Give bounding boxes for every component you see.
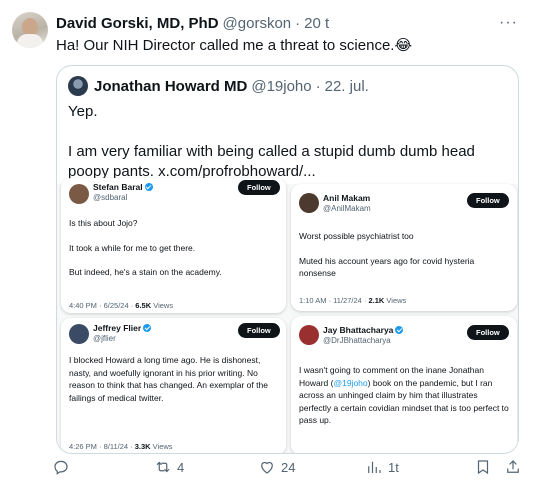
more-horizontal-icon[interactable]: ··· [499, 14, 518, 32]
views-button[interactable]: 1t [365, 458, 399, 476]
views-icon [368, 461, 381, 473]
card-meta-suffix: Views [150, 442, 173, 451]
card-body-line: But indeed, he's a stain on the academy. [69, 267, 222, 277]
quote-header: Jonathan Howard MD @19joho · 22. jul. [68, 76, 369, 96]
card-body-line: Is this about Jojo? [69, 218, 138, 228]
card-follow-button: Follow [467, 193, 509, 208]
card-body: I blocked Howard a long time ago. He is … [69, 354, 279, 416]
quote-media-image[interactable]: Stefan Baral @sdbaral Follow Is this abo… [57, 178, 518, 453]
card-avatar [69, 184, 89, 204]
card-name: Stefan Baral [93, 182, 153, 192]
card-meta: 4:40 PM · 6/25/24 · 6.5K Views [69, 301, 173, 310]
quoted-tweet[interactable]: Jonathan Howard MD @19joho · 22. jul. Ye… [56, 65, 519, 454]
card-meta-time: 4:40 PM · 6/25/24 · [69, 301, 136, 310]
card-body-line: It took a while for me to get there. [69, 242, 196, 253]
like-button[interactable]: 24 [258, 458, 295, 476]
reply-icon [54, 460, 68, 475]
quote-line-1: Yep. [68, 103, 98, 120]
author-avatar[interactable] [12, 12, 48, 48]
card-mention: @19joho [333, 377, 368, 388]
card-handle: @AnilMakam [323, 204, 371, 213]
card-body: I wasn't going to comment on the inane J… [299, 364, 511, 439]
quote-author-name[interactable]: Jonathan Howard MD [94, 78, 247, 95]
tweet-text: Ha! Our NIH Director called me a threat … [56, 36, 412, 56]
bookmark-icon [477, 460, 489, 475]
separator: · [315, 77, 321, 95]
card-follow-button: Follow [238, 180, 280, 195]
quote-text: Yep. I am very familiar with being calle… [68, 102, 508, 182]
repost-count: 4 [177, 459, 185, 475]
repost-icon [156, 461, 170, 473]
card-name-text: Stefan Baral [93, 182, 143, 192]
card-meta-views: 2.1K [368, 296, 385, 305]
avatar-shirt [17, 34, 43, 48]
card-body: Is this about Jojo? It took a while for … [69, 217, 279, 291]
tweet-text-body: Ha! Our NIH Director called me a threat … [56, 37, 395, 54]
card-body-line: I blocked Howard a long time ago. He is … [69, 355, 268, 403]
bookmark-button[interactable] [474, 458, 492, 476]
quote-time[interactable]: 22. jul. [325, 78, 369, 95]
verified-badge-icon [144, 183, 153, 191]
screenshot-card-bhattacharya: Jay Bhattacharya @DrJBhattacharya Follow… [291, 316, 517, 453]
verified-badge-icon [395, 326, 404, 334]
card-handle: @sdbaral [93, 193, 128, 202]
reply-button[interactable] [52, 458, 70, 476]
card-body-line: I wasn't going to comment on the inane J… [299, 364, 511, 427]
tweet[interactable]: David Gorski, MD, PhD @gorskon · 20 t ··… [0, 0, 538, 489]
heart-icon [261, 461, 273, 474]
screenshot-card-baral: Stefan Baral @sdbaral Follow Is this abo… [61, 178, 286, 313]
repost-button[interactable]: 4 [154, 458, 184, 476]
quote-author-avatar[interactable] [68, 76, 88, 96]
verified-badge-icon [143, 324, 152, 332]
card-meta-suffix: Views [384, 296, 407, 305]
laughing-emoji: 😂 [394, 37, 412, 54]
card-avatar [299, 325, 319, 345]
author-name[interactable]: David Gorski, MD, PhD [56, 15, 219, 32]
screenshot-card-flier: Jeffrey Flier @jflier Follow I blocked H… [61, 318, 286, 453]
card-follow-button: Follow [238, 323, 280, 338]
screenshot-card-makam: Anil Makam @AnilMakam Follow Worst possi… [291, 184, 517, 311]
card-name: Jeffrey Flier [93, 323, 152, 333]
card-body-line: Muted his account years ago for covid hy… [299, 255, 475, 279]
tweet-actions: 4 24 1t [54, 458, 526, 482]
author-handle[interactable]: @gorskon [223, 15, 292, 32]
card-avatar [69, 324, 89, 344]
card-name: Anil Makam [323, 193, 370, 203]
card-meta: 4:26 PM · 8/11/24 · 3.3K Views [69, 442, 173, 451]
views-count: 1t [388, 459, 399, 475]
card-meta-suffix: Views [151, 301, 174, 310]
share-icon [507, 460, 519, 473]
card-meta-views: 3.3K [134, 442, 151, 451]
card-handle: @jflier [93, 334, 116, 343]
quote-line-2: I am very familiar with being called a s… [68, 142, 508, 182]
card-name-text: Jay Bhattacharya [323, 325, 394, 335]
card-body-line: Worst possible psychiatrist too [299, 231, 414, 241]
card-meta-views: 6.5K [135, 301, 152, 310]
card-name-text: Jeffrey Flier [93, 323, 142, 333]
card-body: Worst possible psychiatrist too Muted hi… [299, 230, 511, 292]
card-name-text: Anil Makam [323, 193, 371, 203]
card-meta: 1:10 AM · 11/27/24 · 2.1K Views [299, 296, 406, 305]
share-button[interactable] [504, 458, 522, 476]
quote-author-handle[interactable]: @19joho [251, 78, 311, 95]
card-meta-time: 1:10 AM · 11/27/24 · [299, 296, 369, 305]
separator: · [295, 15, 301, 32]
card-avatar [299, 193, 319, 213]
card-name: Jay Bhattacharya [323, 325, 404, 335]
card-follow-button: Follow [467, 325, 509, 340]
card-handle: @DrJBhattacharya [323, 336, 391, 345]
like-count: 24 [281, 459, 296, 475]
tweet-time[interactable]: 20 t [304, 15, 329, 32]
tweet-header: David Gorski, MD, PhD @gorskon · 20 t [56, 15, 329, 32]
card-meta-time: 4:26 PM · 8/11/24 · [69, 442, 135, 451]
